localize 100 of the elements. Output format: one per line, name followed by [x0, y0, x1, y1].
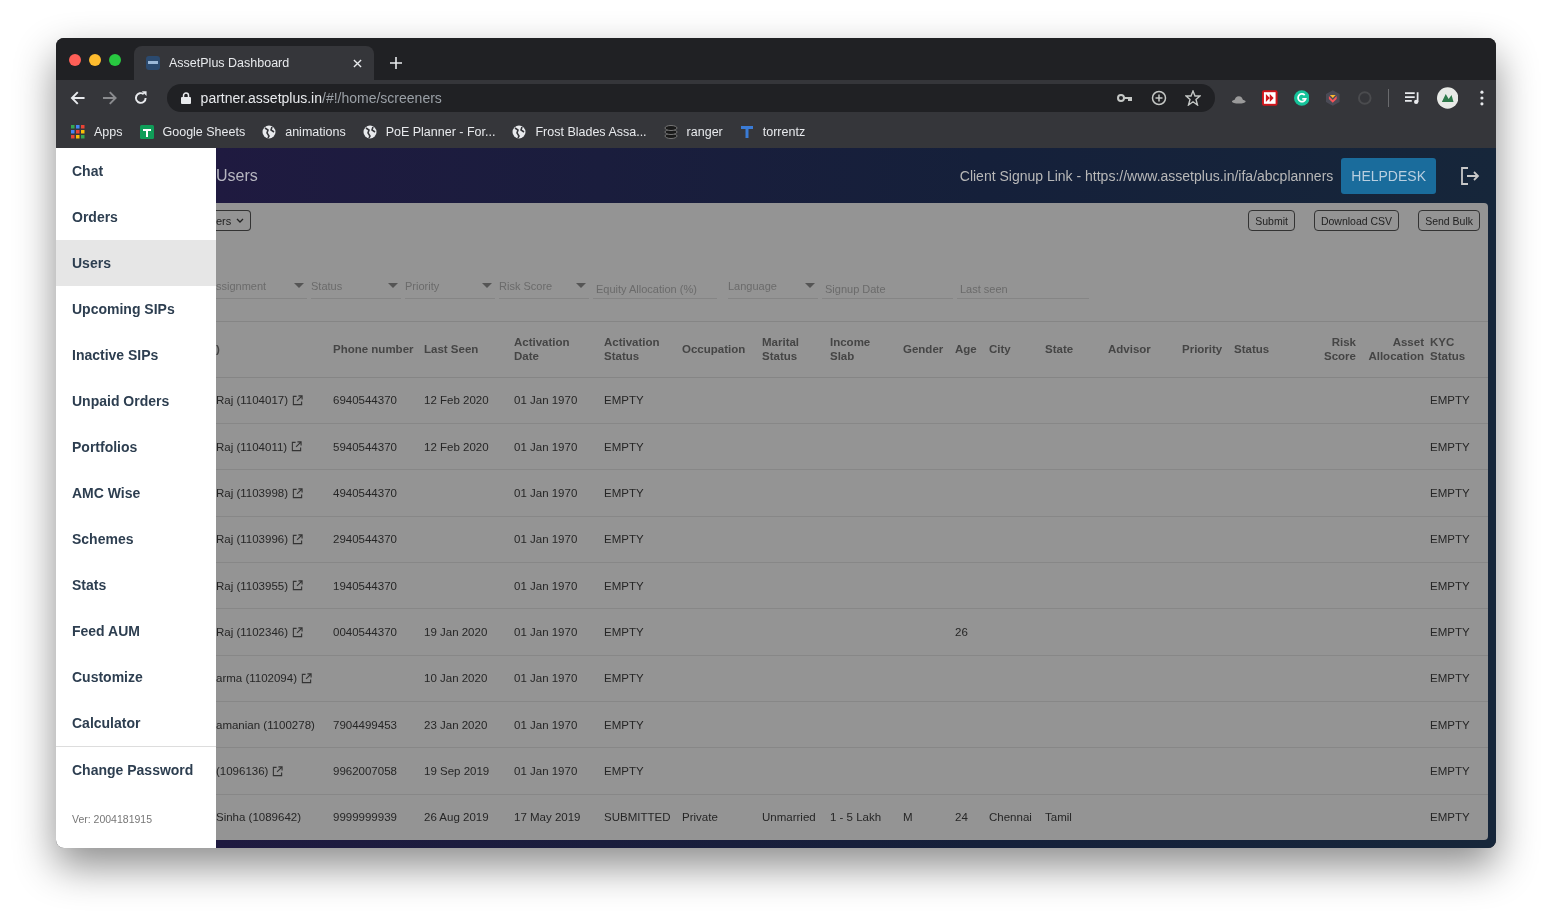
globe-icon[interactable]	[262, 125, 277, 139]
back-icon[interactable]	[70, 90, 86, 106]
bookmark-link[interactable]: ranger	[686, 125, 723, 139]
menu-item[interactable]: Portfolios	[56, 424, 216, 470]
menu-item[interactable]: Orders	[56, 194, 216, 240]
user-name-link[interactable]: Raj (1103998)	[216, 487, 289, 500]
external-link-icon[interactable]	[292, 626, 304, 638]
more-menu-icon[interactable]	[1480, 90, 1484, 106]
table-cell: 6940544370	[333, 394, 397, 407]
table-cell: EMPTY	[1430, 440, 1470, 453]
user-name-link[interactable]: amanian (1100278)	[216, 718, 315, 731]
external-link-icon[interactable]	[292, 533, 304, 545]
table-cell: 10 Jan 2020	[424, 672, 488, 685]
menu-item[interactable]: Upcoming SIPs	[56, 286, 216, 332]
filter-dropdown[interactable]: ers	[216, 210, 252, 232]
table-cell: 26 Aug 2019	[424, 811, 489, 824]
add-circle-icon[interactable]	[1150, 90, 1167, 106]
table-cell: 12 Feb 2020	[424, 440, 489, 453]
table-cell: EMPTY	[1430, 394, 1470, 407]
profile-avatar-icon[interactable]	[1436, 87, 1459, 109]
dropdown-arrow-icon	[805, 283, 815, 289]
external-link-icon[interactable]	[301, 672, 312, 684]
table-cell: EMPTY	[604, 533, 644, 546]
table-cell: 01 Jan 1970	[514, 440, 578, 453]
menu-item[interactable]: AMC Wise	[56, 470, 216, 516]
globe-icon[interactable]	[512, 125, 527, 139]
reload-icon[interactable]	[133, 90, 149, 106]
bookmark-link[interactable]: torrentz	[762, 125, 806, 139]
browser-tab[interactable]: AssetPlus Dashboard	[134, 46, 374, 80]
menu-item[interactable]: Inactive SIPs	[56, 332, 216, 378]
table-cell: EMPTY	[1430, 487, 1470, 500]
column-header: Risk Score	[1323, 335, 1356, 364]
maximize-window-icon[interactable]	[109, 54, 121, 66]
table-cell: EMPTY	[1430, 626, 1470, 639]
external-link-icon[interactable]	[291, 441, 303, 453]
user-name-link[interactable]: Sinha (1089642)	[216, 811, 302, 824]
menu-item[interactable]: Users	[56, 240, 216, 286]
fast-forward-icon[interactable]	[1262, 90, 1278, 106]
close-tab-icon[interactable]	[353, 58, 362, 68]
table-cell: 7904499453	[333, 718, 397, 731]
table-cell: EMPTY	[604, 672, 644, 685]
playlist-icon[interactable]	[1405, 90, 1421, 106]
table-cell: M	[903, 811, 913, 824]
bookmark-link[interactable]: PoE Planner - For...	[385, 125, 496, 139]
external-link-icon[interactable]	[292, 487, 304, 499]
table-cell: EMPTY	[1430, 579, 1470, 592]
action-button[interactable]: Send Bulk	[1418, 210, 1480, 232]
star-icon[interactable]	[1184, 90, 1201, 106]
menu-item[interactable]: Schemes	[56, 516, 216, 562]
table-cell: Private	[682, 811, 718, 824]
new-tab-icon[interactable]	[390, 57, 402, 69]
globe-icon[interactable]	[362, 125, 377, 139]
external-link-icon[interactable]	[272, 765, 284, 777]
close-window-icon[interactable]	[69, 54, 81, 66]
action-button[interactable]: Download CSV	[1313, 210, 1400, 232]
external-link-icon[interactable]	[292, 394, 304, 406]
menu-item[interactable]: Stats	[56, 562, 216, 608]
t-logo-icon[interactable]	[739, 125, 754, 139]
menu-item[interactable]: Feed AUM	[56, 608, 216, 654]
table-cell: EMPTY	[604, 440, 644, 453]
forward-icon[interactable]	[101, 90, 118, 106]
bookmark-link[interactable]: Apps	[94, 125, 123, 139]
user-name-link[interactable]: (1096136)	[216, 765, 269, 778]
menu-item[interactable]: Change Password	[56, 747, 216, 793]
hexagon-icon[interactable]	[1325, 90, 1341, 106]
table-cell: 19 Sep 2019	[424, 765, 490, 778]
logout-icon[interactable]	[1460, 166, 1480, 185]
menu-item[interactable]: Customize	[56, 654, 216, 700]
bookmark-link[interactable]: Google Sheets	[162, 125, 246, 139]
table-cell: 1 - 5 Lakh	[830, 811, 882, 824]
helpdesk-button[interactable]: HELPDESK	[1341, 157, 1436, 194]
table-cell: 24	[955, 811, 968, 824]
address-bar[interactable]: partner.assetplus.in/#!/home/screeners	[166, 84, 1215, 112]
menu-item[interactable]: Chat	[56, 148, 216, 194]
user-name-link[interactable]: Raj (1103996)	[216, 533, 289, 546]
table-cell: 01 Jan 1970	[514, 487, 578, 500]
table-cell: 4940544370	[333, 487, 397, 500]
apps-grid-icon[interactable]	[71, 125, 85, 139]
external-link-icon[interactable]	[292, 580, 304, 592]
coin-stack-icon[interactable]	[663, 125, 678, 139]
bookmark-link[interactable]: Frost Blades Assa...	[535, 125, 647, 139]
table-cell: 12 Feb 2020	[424, 394, 489, 407]
action-button[interactable]: Submit	[1248, 210, 1295, 232]
user-name-link[interactable]: Raj (1102346)	[216, 626, 289, 639]
menu-item[interactable]: Unpaid Orders	[56, 378, 216, 424]
minimize-window-icon[interactable]	[89, 54, 101, 66]
user-name-link[interactable]: arma (1102094)	[216, 672, 297, 685]
bookmark-link[interactable]: animations	[285, 125, 346, 139]
column-header: State	[1045, 342, 1074, 357]
user-name-link[interactable]: Raj (1104017)	[216, 394, 289, 407]
table-cell: 01 Jan 1970	[514, 718, 578, 731]
user-name-link[interactable]: Raj (1103955)	[216, 579, 289, 592]
table-cell: 01 Jan 1970	[514, 765, 578, 778]
user-name-link[interactable]: Raj (1104011)	[216, 440, 288, 453]
table-cell: EMPTY	[1430, 718, 1470, 731]
menu-item[interactable]: Calculator	[56, 700, 216, 746]
dropdown-arrow-icon	[388, 283, 398, 289]
table-cell: EMPTY	[1430, 533, 1470, 546]
column-header: Priority	[1182, 342, 1223, 357]
spreadsheet-icon[interactable]	[139, 125, 154, 139]
